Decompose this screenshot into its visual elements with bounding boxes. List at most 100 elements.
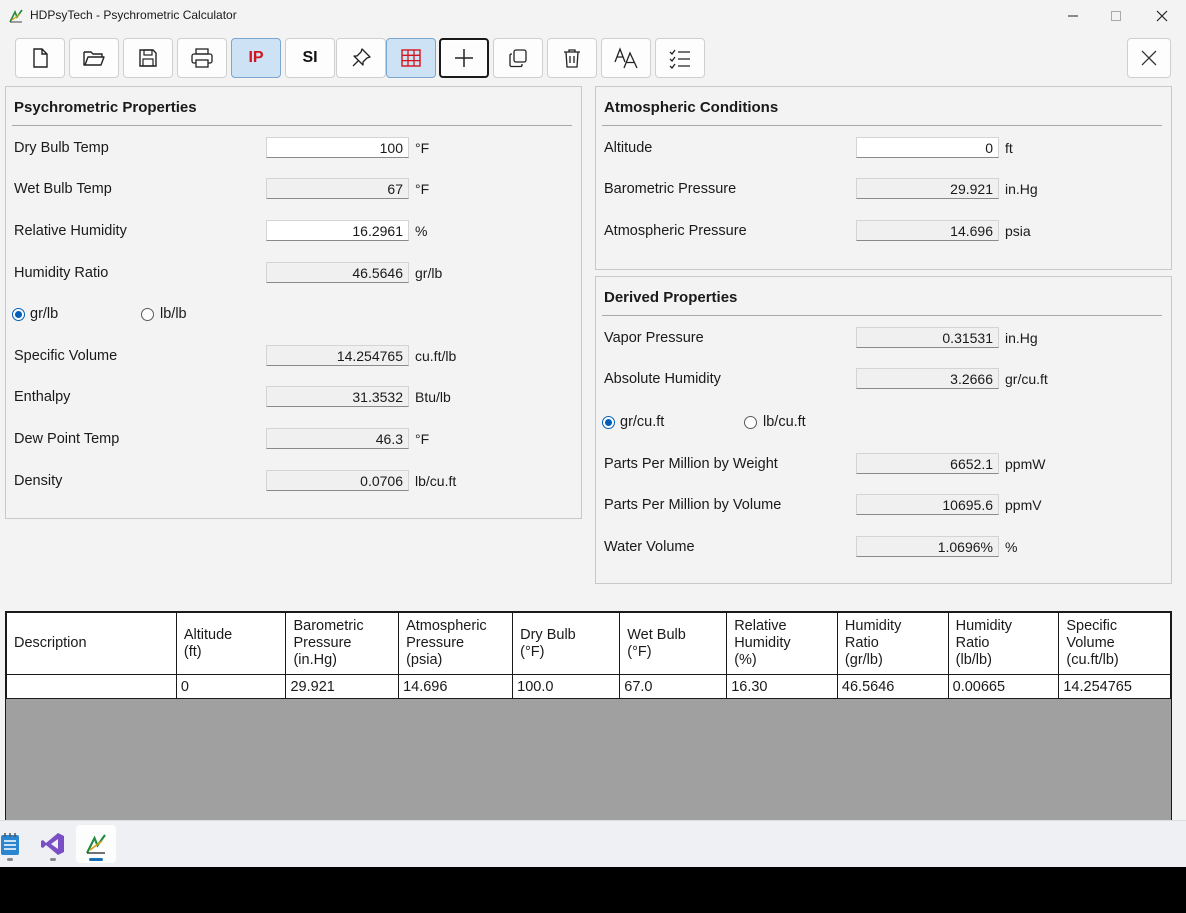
ppm-weight-field[interactable]: 6652.1 — [856, 453, 999, 474]
atmospheric-pressure-label: Atmospheric Pressure — [604, 223, 747, 239]
toolbar: IP SI — [0, 32, 1186, 84]
minimize-icon — [1068, 15, 1078, 17]
table-cell[interactable]: 0.00665 — [947, 674, 1060, 699]
results-grid[interactable]: Description Altitude (ft) Barometric Pre… — [5, 611, 1172, 820]
ppm-weight-unit: ppmW — [1005, 456, 1046, 472]
atmospheric-pressure-field[interactable]: 14.696 — [856, 220, 999, 241]
app-window: HDPsyTech - Psychrometric Calculator IP … — [0, 0, 1186, 820]
grcuft-radio[interactable] — [602, 416, 615, 429]
specific-volume-field[interactable]: 14.254765 — [266, 345, 409, 366]
table-cell[interactable]: 46.5646 — [836, 674, 949, 699]
visual-studio-icon — [41, 833, 64, 855]
maximize-icon — [1111, 11, 1121, 21]
printer-icon — [191, 48, 213, 68]
table-cell[interactable]: 67.0 — [619, 674, 728, 699]
column-header[interactable]: Atmospheric Pressure (psia) — [398, 612, 514, 675]
grid-view-button[interactable] — [386, 38, 436, 78]
absolute-humidity-label: Absolute Humidity — [604, 371, 721, 387]
pin-button[interactable] — [336, 38, 386, 78]
table-cell[interactable]: 16.30 — [726, 674, 838, 699]
copy-button[interactable] — [493, 38, 543, 78]
column-header[interactable]: Humidity Ratio (lb/lb) — [947, 612, 1060, 675]
enthalpy-label: Enthalpy — [14, 389, 71, 405]
relative-humidity-label: Relative Humidity — [14, 223, 127, 239]
grcuft-radio-label[interactable]: gr/cu.ft — [620, 414, 664, 430]
close-icon — [1156, 10, 1168, 22]
relative-humidity-input[interactable]: 16.2961 — [266, 220, 409, 241]
column-header[interactable]: Barometric Pressure (in.Hg) — [285, 612, 400, 675]
lblb-radio-label[interactable]: lb/lb — [160, 306, 187, 322]
add-row-button[interactable] — [439, 38, 489, 78]
column-header[interactable]: Relative Humidity (%) — [726, 612, 838, 675]
table-cell[interactable]: 29.921 — [285, 674, 400, 699]
taskbar-notepad[interactable] — [0, 825, 30, 863]
ppm-volume-field[interactable]: 10695.6 — [856, 494, 999, 515]
altitude-input[interactable]: 0 — [856, 137, 999, 158]
minimize-button[interactable] — [1050, 0, 1096, 32]
column-header[interactable]: Specific Volume (cu.ft/lb) — [1058, 612, 1171, 675]
table-cell[interactable]: 14.696 — [398, 674, 514, 699]
font-button[interactable] — [601, 38, 651, 78]
vapor-pressure-label: Vapor Pressure — [604, 330, 704, 346]
ppm-volume-unit: ppmV — [1005, 497, 1042, 513]
column-header[interactable]: Description — [6, 612, 177, 675]
plus-icon — [455, 49, 473, 67]
print-button[interactable] — [177, 38, 227, 78]
psychrometric-properties-panel: Psychrometric Properties Dry Bulb Temp 1… — [5, 86, 582, 519]
ppm-volume-label: Parts Per Million by Volume — [604, 497, 782, 513]
copy-icon — [509, 49, 527, 68]
lblb-radio[interactable] — [141, 308, 154, 321]
divider — [602, 315, 1162, 316]
table-cell[interactable]: 0 — [175, 674, 287, 699]
open-file-button[interactable] — [69, 38, 119, 78]
grlb-radio-label[interactable]: gr/lb — [30, 306, 58, 322]
si-units-button[interactable]: SI — [285, 38, 335, 78]
lbcuft-radio[interactable] — [744, 416, 757, 429]
density-field[interactable]: 0.0706 — [266, 470, 409, 491]
app-logo-icon — [86, 834, 106, 854]
grlb-radio[interactable] — [12, 308, 25, 321]
water-volume-label: Water Volume — [604, 539, 695, 555]
divider — [12, 125, 572, 126]
maximize-button[interactable] — [1093, 0, 1139, 32]
water-volume-unit: % — [1005, 539, 1018, 555]
column-header[interactable]: Altitude (ft) — [175, 612, 287, 675]
lbcuft-radio-label[interactable]: lb/cu.ft — [763, 414, 806, 430]
save-button[interactable] — [123, 38, 173, 78]
density-unit: lb/cu.ft — [415, 473, 457, 489]
table-row[interactable]: 0 29.921 14.696 100.0 67.0 16.30 46.5646… — [6, 674, 1171, 699]
table-cell[interactable] — [6, 674, 177, 699]
humidity-ratio-field[interactable]: 46.5646 — [266, 262, 409, 283]
table-cell[interactable]: 100.0 — [512, 674, 621, 699]
taskbar-visual-studio[interactable] — [33, 825, 73, 863]
panel-title: Derived Properties — [604, 289, 738, 306]
ip-units-button[interactable]: IP — [231, 38, 281, 78]
dry-bulb-input[interactable]: 100 — [266, 137, 409, 158]
wet-bulb-field[interactable]: 67 — [266, 178, 409, 199]
enthalpy-field[interactable]: 31.3532 — [266, 386, 409, 407]
dew-point-field[interactable]: 46.3 — [266, 428, 409, 449]
title-bar: HDPsyTech - Psychrometric Calculator — [0, 0, 1186, 32]
panel-title: Atmospheric Conditions — [604, 99, 779, 116]
checklist-button[interactable] — [655, 38, 705, 78]
dry-bulb-unit: °F — [415, 140, 430, 156]
close-button[interactable] — [1127, 38, 1171, 78]
ip-units-label: IP — [248, 49, 264, 66]
active-indicator — [89, 858, 103, 861]
table-cell[interactable]: 14.254765 — [1058, 674, 1171, 699]
delete-button[interactable] — [547, 38, 597, 78]
taskbar-hdpsytech[interactable] — [76, 825, 116, 863]
column-header[interactable]: Dry Bulb (°F) — [512, 612, 621, 675]
notepad-icon — [1, 833, 19, 855]
column-header[interactable]: Humidity Ratio (gr/lb) — [836, 612, 949, 675]
close-window-button[interactable] — [1139, 0, 1185, 32]
barometric-pressure-field[interactable]: 29.921 — [856, 178, 999, 199]
barometric-pressure-label: Barometric Pressure — [604, 181, 737, 197]
absolute-humidity-field[interactable]: 3.2666 — [856, 368, 999, 389]
water-volume-field[interactable]: 1.0696% — [856, 536, 999, 557]
new-file-button[interactable] — [15, 38, 65, 78]
vapor-pressure-field[interactable]: 0.31531 — [856, 327, 999, 348]
trash-icon — [564, 49, 580, 68]
column-header[interactable]: Wet Bulb (°F) — [619, 612, 728, 675]
vapor-pressure-unit: in.Hg — [1005, 330, 1038, 346]
